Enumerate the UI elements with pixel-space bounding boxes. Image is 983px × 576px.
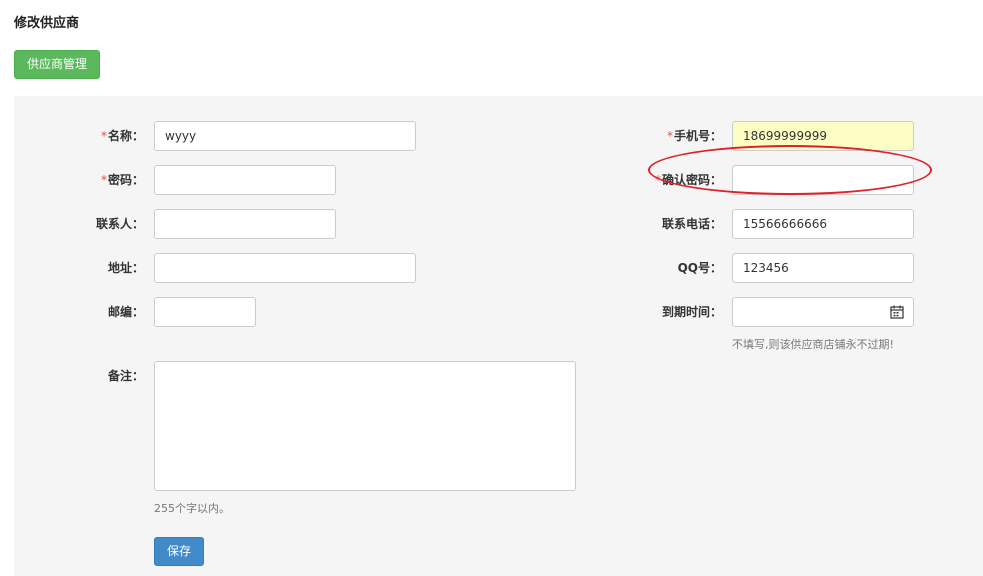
postcode-input[interactable] bbox=[154, 297, 256, 327]
remark-help-text: 255个字以内。 bbox=[154, 502, 230, 515]
password-input[interactable] bbox=[154, 165, 336, 195]
remark-textarea[interactable] bbox=[154, 361, 576, 491]
confirm-password-input[interactable] bbox=[732, 165, 914, 195]
phone-label: *手机号： bbox=[666, 129, 722, 143]
phone-input[interactable] bbox=[732, 121, 914, 151]
remark-label: 备注： bbox=[107, 369, 144, 383]
contact-label: 联系人： bbox=[95, 217, 144, 231]
password-label: *密码： bbox=[100, 173, 144, 187]
contact-input[interactable] bbox=[154, 209, 336, 239]
expire-label: 到期时间： bbox=[661, 305, 722, 319]
qq-input[interactable] bbox=[732, 253, 914, 283]
required-mark: * bbox=[666, 129, 673, 143]
required-mark: * bbox=[654, 173, 661, 187]
expire-date-input[interactable] bbox=[732, 297, 914, 327]
required-mark: * bbox=[100, 129, 107, 143]
save-button[interactable]: 保存 bbox=[154, 537, 204, 566]
calendar-icon[interactable] bbox=[890, 305, 904, 319]
expire-help-text: 不填写,则该供应商店铺永不过期! bbox=[732, 338, 894, 351]
address-input[interactable] bbox=[154, 253, 416, 283]
contact-phone-label: 联系电话： bbox=[661, 217, 722, 231]
required-mark: * bbox=[100, 173, 107, 187]
supplier-management-button[interactable]: 供应商管理 bbox=[14, 50, 100, 79]
qq-label: QQ号： bbox=[677, 261, 722, 275]
contact-phone-input[interactable] bbox=[732, 209, 914, 239]
name-label: *名称： bbox=[100, 129, 144, 143]
form-panel: *名称： *密码： 联系人： 地址： 邮编： 备注： 255个字以内。 保存 *… bbox=[14, 96, 983, 576]
postcode-label: 邮编： bbox=[107, 305, 144, 319]
address-label: 地址： bbox=[107, 261, 144, 275]
page-title: 修改供应商 bbox=[14, 16, 80, 31]
confirm-password-label: *确认密码： bbox=[654, 173, 722, 187]
name-input[interactable] bbox=[154, 121, 416, 151]
